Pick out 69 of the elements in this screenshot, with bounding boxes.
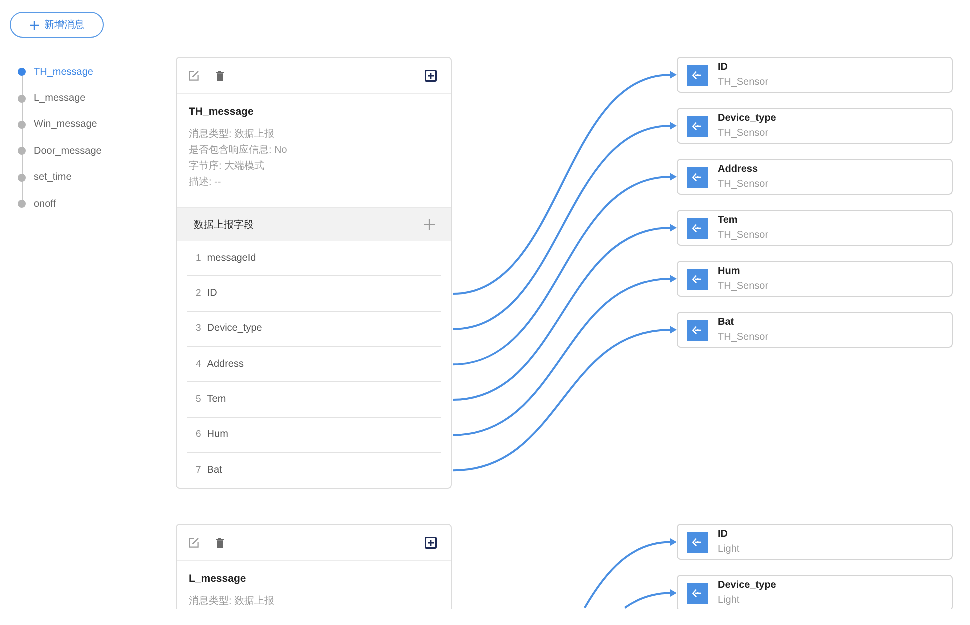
node-title: ID xyxy=(718,528,729,542)
edit-icon[interactable] xyxy=(189,70,199,80)
plus-icon xyxy=(30,20,38,30)
message-info: 消息类型: 数据上报 xyxy=(189,594,276,609)
node-title: Bat xyxy=(718,316,736,330)
node-subtitle: TH_Sensor xyxy=(718,76,769,90)
section-title: 数据上报字段 xyxy=(194,218,254,232)
timeline-dot-icon xyxy=(18,174,26,182)
message-info: 字节序: 大端模式 xyxy=(189,160,266,174)
message-info: 是否包含响应信息: No xyxy=(189,144,288,158)
field-number: 6 xyxy=(196,429,202,440)
field-number: 4 xyxy=(196,358,202,370)
field-number: 5 xyxy=(196,394,202,405)
arrow-left-icon xyxy=(687,532,708,553)
node-subtitle: TH_Sensor xyxy=(718,330,769,344)
node-subtitle: Light xyxy=(718,594,741,608)
node-title: Address xyxy=(718,162,760,176)
target-node[interactable]: Hum TH_Sensor xyxy=(677,261,953,297)
field-number: 7 xyxy=(196,465,202,476)
node-title: Device_type xyxy=(718,112,776,126)
target-node[interactable]: ID Light xyxy=(677,524,953,560)
field-name: Tem xyxy=(207,394,226,405)
node-subtitle: TH_Sensor xyxy=(718,178,769,192)
target-node[interactable]: Device_type TH_Sensor xyxy=(677,108,953,144)
arrow-left-icon xyxy=(687,64,708,86)
timeline-dot-icon xyxy=(18,147,26,156)
arrow-left-icon xyxy=(687,218,708,238)
arrow-left-icon xyxy=(687,268,708,290)
arrow-left-icon xyxy=(687,582,708,604)
timeline-dot-icon xyxy=(18,68,26,76)
target-node[interactable]: Address TH_Sensor xyxy=(677,159,953,195)
node-title: Tem xyxy=(718,214,739,228)
node-subtitle: TH_Sensor xyxy=(718,228,769,242)
arrow-left-icon xyxy=(687,320,708,340)
arrow-left-icon xyxy=(687,166,708,188)
node-title: ID xyxy=(718,60,729,74)
message-item[interactable]: onoff xyxy=(10,190,128,218)
message-info: 消息类型: 数据上报 xyxy=(189,128,276,142)
edit-icon[interactable] xyxy=(189,538,199,548)
field-number: 2 xyxy=(196,288,202,299)
target-node[interactable]: Device_type Light xyxy=(677,575,953,609)
node-title: Hum xyxy=(718,264,742,278)
arrow-left-icon xyxy=(687,116,708,136)
field-name: messageId xyxy=(207,252,256,264)
plus-square-icon[interactable] xyxy=(425,70,437,82)
timeline-dot-icon xyxy=(18,200,26,208)
add-message-button[interactable]: 新增消息 xyxy=(10,12,104,38)
field-name: Hum xyxy=(207,429,228,440)
timeline-dot-icon xyxy=(18,94,26,103)
trash-icon[interactable] xyxy=(216,538,224,548)
trash-icon[interactable] xyxy=(216,70,224,80)
node-subtitle: TH_Sensor xyxy=(718,280,769,294)
card-title: TH_message xyxy=(189,105,255,120)
field-name: Bat xyxy=(207,465,222,476)
target-node[interactable]: Tem TH_Sensor xyxy=(677,210,953,246)
field-number: 1 xyxy=(196,252,202,264)
field-number: 3 xyxy=(196,323,202,334)
field-name: Address xyxy=(207,358,244,370)
node-subtitle: TH_Sensor xyxy=(718,126,770,140)
field-name: Device_type xyxy=(207,323,262,334)
target-node[interactable]: ID TH_Sensor xyxy=(677,57,953,93)
message-info: 描述: -- xyxy=(189,176,222,190)
card-title: L_message xyxy=(189,572,248,588)
target-node[interactable]: Bat TH_Sensor xyxy=(677,312,953,348)
field-name: ID xyxy=(207,288,218,299)
plus-square-icon[interactable] xyxy=(425,536,437,549)
node-title: Device_type xyxy=(718,578,776,593)
timeline-dot-icon xyxy=(18,120,26,129)
node-subtitle: Light xyxy=(718,542,740,557)
